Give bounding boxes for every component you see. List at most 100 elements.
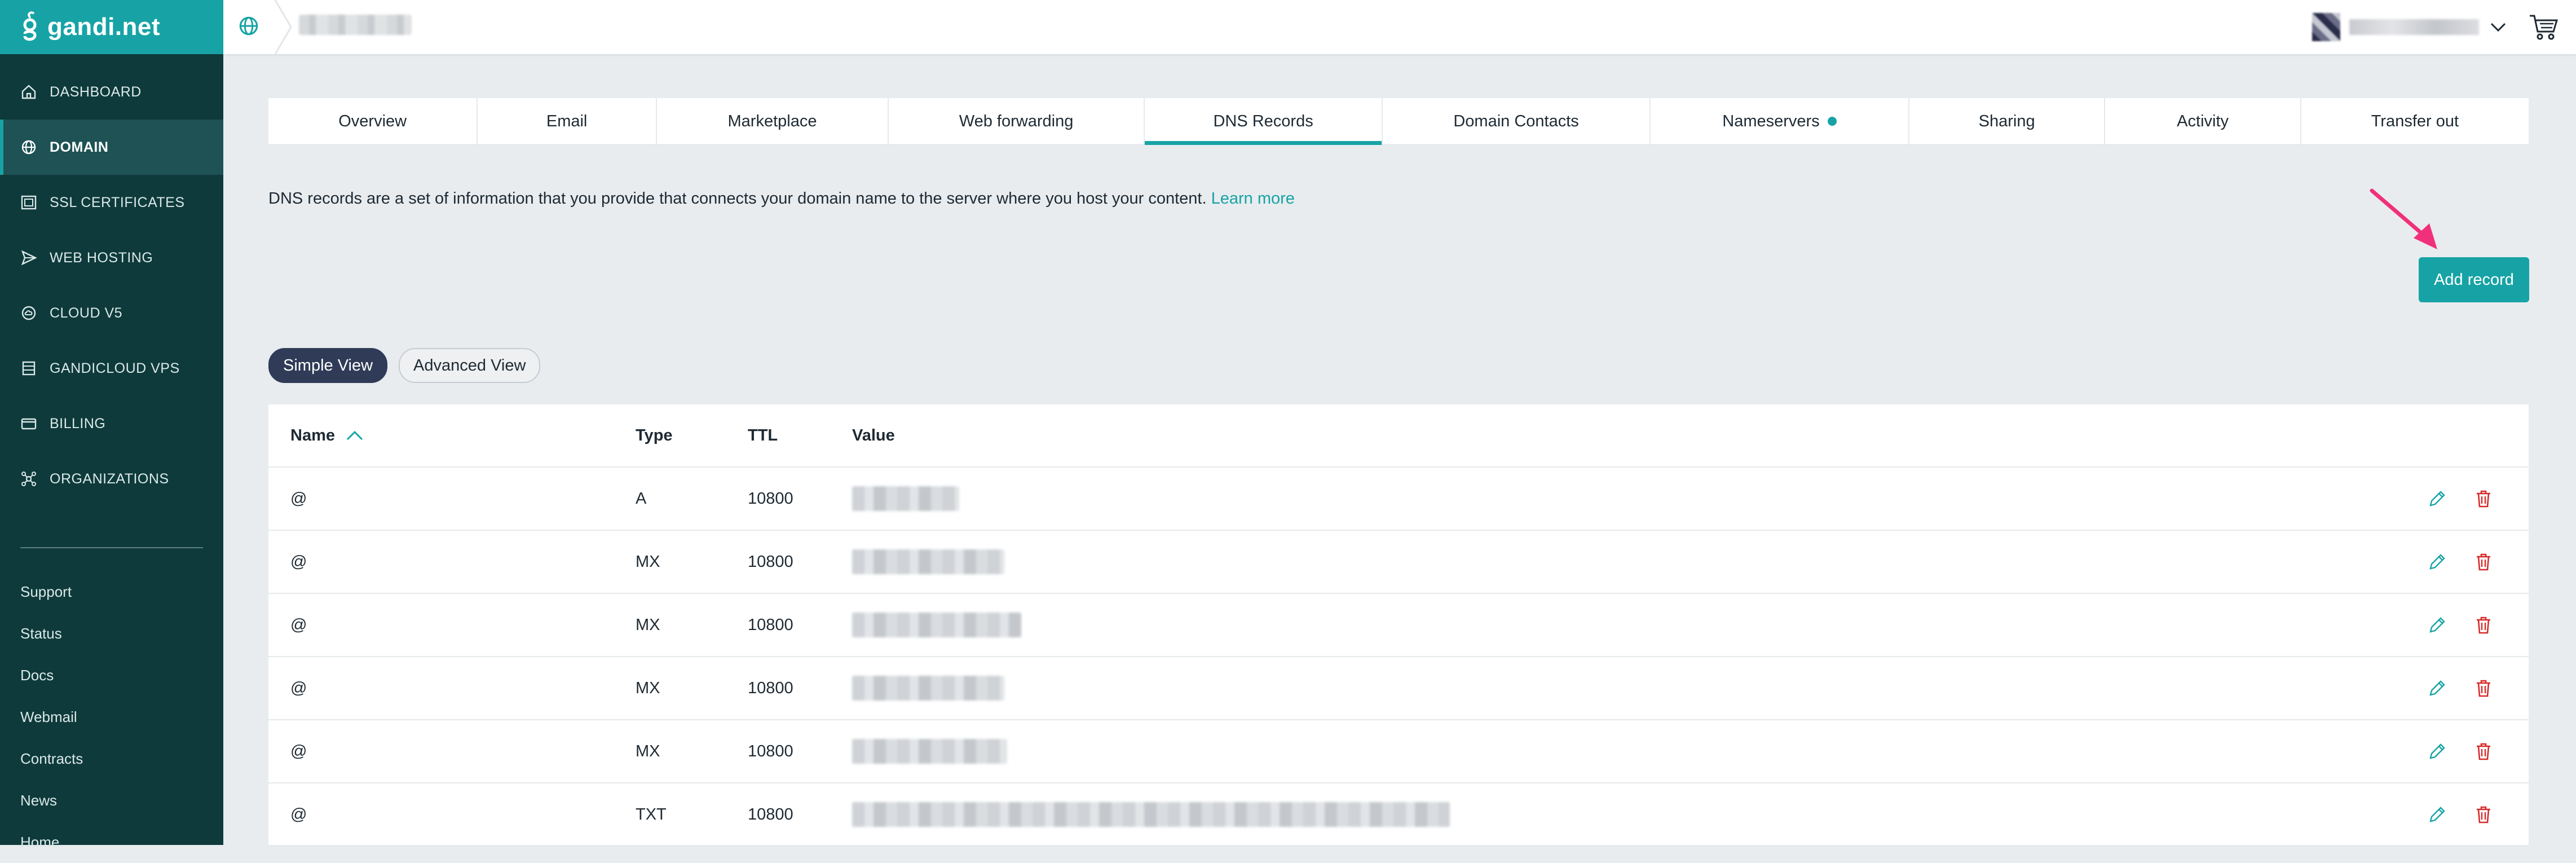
domain-name-redacted[interactable] (299, 15, 412, 35)
column-header-value[interactable]: Value (852, 404, 2427, 466)
sidebar-item-label: GANDICLOUD VPS (50, 360, 180, 376)
sidebar-item-ssl-certificates[interactable]: SSL CERTIFICATES (0, 175, 223, 230)
record-ttl: 10800 (748, 615, 793, 634)
row-actions (2427, 804, 2529, 825)
record-type: MX (636, 679, 660, 697)
sidebar-item-web-hosting[interactable]: WEB HOSTING (0, 230, 223, 285)
advanced-view-button[interactable]: Advanced View (399, 348, 541, 383)
sidebar-link-contracts[interactable]: Contracts (0, 738, 223, 780)
record-name: @ (290, 552, 307, 571)
row-actions (2427, 488, 2529, 509)
sidebar-item-label: WEB HOSTING (50, 249, 153, 266)
sidebar-item-label: ORGANIZATIONS (50, 470, 169, 487)
sidebar-nav: DASHBOARD DOMAIN SSL CERTIFICATES WEB HO… (0, 64, 223, 507)
table-row: @ MX 10800 (268, 594, 2529, 657)
sidebar-link-docs[interactable]: Docs (0, 654, 223, 696)
edit-icon[interactable] (2427, 678, 2447, 698)
sidebar-link-support[interactable]: Support (0, 571, 223, 613)
account-name-redacted (2349, 19, 2479, 35)
sidebar-item-label: DOMAIN (50, 139, 109, 155)
certificate-icon (20, 194, 37, 211)
tab-label: Transfer out (2371, 112, 2459, 130)
simple-view-button[interactable]: Simple View (268, 348, 388, 383)
row-actions (2427, 552, 2529, 572)
column-header-name[interactable]: Name (268, 426, 636, 445)
learn-more-link[interactable]: Learn more (1211, 190, 1295, 208)
sidebar-item-gandicloud-vps[interactable]: GANDICLOUD VPS (0, 341, 223, 396)
record-type: MX (636, 742, 660, 760)
tab-marketplace[interactable]: Marketplace (657, 98, 889, 144)
record-type: MX (636, 552, 660, 571)
edit-icon[interactable] (2427, 804, 2447, 825)
record-value-redacted (852, 594, 2427, 656)
sidebar-divider (20, 547, 203, 548)
globe-icon (20, 139, 37, 156)
record-type: TXT (636, 805, 667, 824)
trash-icon[interactable] (2473, 552, 2494, 572)
tab-transfer-out[interactable]: Transfer out (2301, 98, 2529, 144)
sidebar-link-news[interactable]: News (0, 780, 223, 821)
sidebar: gandi.net DASHBOARD DOMAIN SSL CERTIFICA… (0, 0, 223, 851)
edit-icon[interactable] (2427, 552, 2447, 572)
tab-domain-contacts[interactable]: Domain Contacts (1383, 98, 1651, 144)
column-header-ttl[interactable]: TTL (748, 426, 852, 445)
globe-icon (237, 15, 260, 40)
tab-email[interactable]: Email (478, 98, 657, 144)
tab-dns-records[interactable]: DNS Records (1145, 98, 1383, 145)
record-value-redacted (852, 468, 2427, 530)
cart-icon[interactable] (2529, 12, 2559, 42)
record-type: A (636, 489, 647, 508)
tab-label: Domain Contacts (1453, 112, 1579, 130)
sidebar-link-webmail[interactable]: Webmail (0, 696, 223, 738)
record-ttl: 10800 (748, 552, 793, 571)
brand-logo[interactable]: gandi.net (0, 0, 223, 54)
tab-label: Sharing (1978, 112, 2035, 130)
sidebar-item-billing[interactable]: BILLING (0, 396, 223, 451)
record-value-redacted (852, 531, 2427, 593)
record-name: @ (290, 742, 307, 760)
column-header-type[interactable]: Type (636, 426, 748, 445)
record-value-redacted (852, 720, 2427, 782)
server-icon (20, 360, 37, 377)
record-name: @ (290, 679, 307, 697)
tab-sharing[interactable]: Sharing (1909, 98, 2106, 144)
chevron-down-icon (2490, 23, 2506, 32)
sidebar-item-label: DASHBOARD (50, 83, 142, 100)
record-ttl: 10800 (748, 742, 793, 760)
record-ttl: 10800 (748, 805, 793, 824)
organization-icon (20, 470, 37, 487)
sidebar-link-status[interactable]: Status (0, 613, 223, 654)
sidebar-item-dashboard[interactable]: DASHBOARD (0, 64, 223, 120)
dns-intro-text: DNS records are a set of information tha… (268, 190, 1207, 208)
top-bar (223, 0, 2576, 54)
trash-icon[interactable] (2473, 488, 2494, 509)
tab-nameservers[interactable]: Nameservers (1651, 98, 1909, 144)
tab-activity[interactable]: Activity (2105, 98, 2301, 144)
edit-icon[interactable] (2427, 488, 2447, 509)
sidebar-link-home[interactable]: Home (0, 821, 223, 863)
sidebar-item-cloud-v5[interactable]: CLOUD V5 (0, 285, 223, 341)
table-row: @ A 10800 (268, 468, 2529, 531)
row-actions (2427, 678, 2529, 698)
tab-overview[interactable]: Overview (268, 98, 478, 144)
edit-icon[interactable] (2427, 741, 2447, 761)
add-record-button[interactable]: Add record (2419, 257, 2529, 302)
record-type: MX (636, 615, 660, 634)
credit-card-icon (20, 415, 37, 432)
record-value-redacted (852, 657, 2427, 719)
record-name: @ (290, 615, 307, 634)
sidebar-item-label: BILLING (50, 415, 106, 432)
tab-label: Overview (338, 112, 407, 130)
trash-icon[interactable] (2473, 804, 2494, 825)
account-menu[interactable] (2312, 12, 2508, 42)
trash-icon[interactable] (2473, 615, 2494, 635)
sidebar-item-domain[interactable]: DOMAIN (0, 120, 223, 175)
sidebar-item-organizations[interactable]: ORGANIZATIONS (0, 451, 223, 507)
trash-icon[interactable] (2473, 741, 2494, 761)
record-value-redacted (852, 783, 2427, 846)
domain-globe-button[interactable] (223, 0, 274, 54)
edit-icon[interactable] (2427, 615, 2447, 635)
trash-icon[interactable] (2473, 678, 2494, 698)
tab-web-forwarding[interactable]: Web forwarding (889, 98, 1145, 144)
column-header-label: Name (290, 426, 335, 444)
